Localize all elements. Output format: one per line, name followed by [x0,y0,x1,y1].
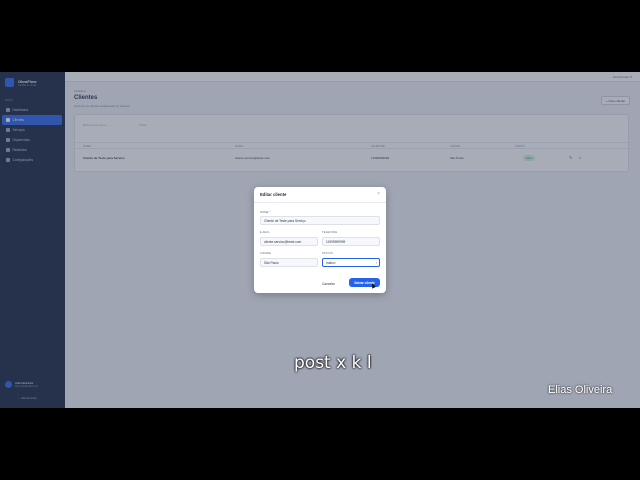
edit-client-modal: Editar cliente × NOME * Cliente de Teste… [254,187,386,293]
email-field[interactable]: cliente.servico@teste.com [260,237,318,246]
modal-title: Editar cliente [260,192,287,197]
status-select-value: Inativo [326,260,336,265]
status-label: STATUS [322,252,334,255]
name-label: NOME * [260,211,271,214]
phone-field[interactable]: 11999999999 [322,237,380,246]
city-label: CIDADE [260,252,271,255]
divider [254,202,386,203]
watermark: Elias Oliveira [548,384,613,396]
city-field[interactable]: São Paulo [260,258,318,267]
chevron-down-icon: › [375,260,377,265]
phone-label: TELEFONE [322,231,338,234]
status-select[interactable]: Inativo › [322,258,380,267]
cancel-button[interactable]: Cancelar [322,279,335,288]
close-icon[interactable]: × [377,191,380,197]
video-caption: post x k l [294,353,372,373]
email-label: E-MAIL [260,231,270,234]
name-field[interactable]: Cliente de Teste para Serviço [260,216,380,225]
